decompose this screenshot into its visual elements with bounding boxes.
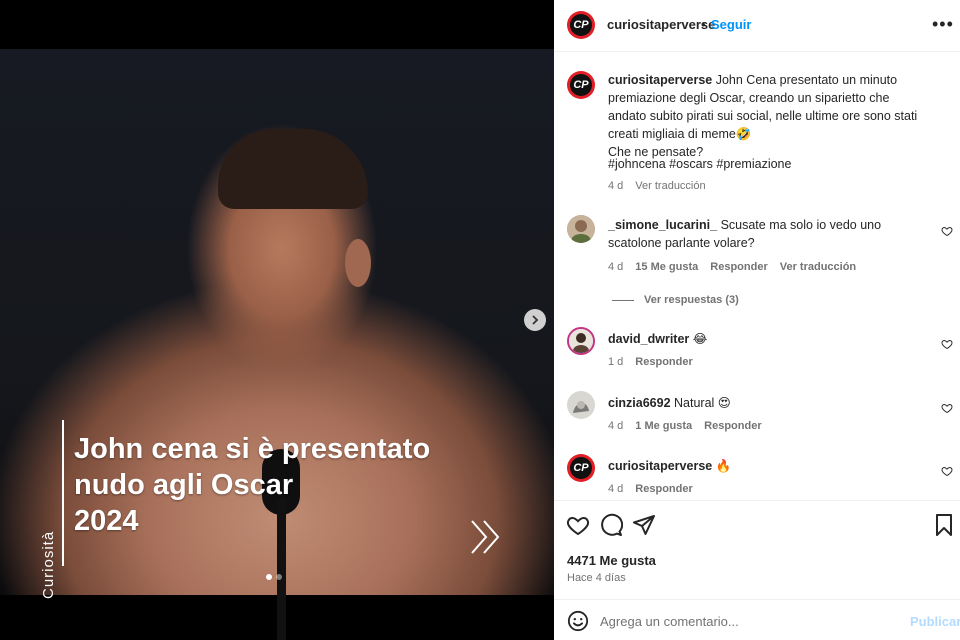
caption-time: 4 d bbox=[608, 180, 624, 192]
overlay-title: John cena si è presentato nudo agli Osca… bbox=[74, 433, 431, 537]
avatar-initials: CP bbox=[570, 457, 592, 479]
author-username[interactable]: curiositaperverse bbox=[607, 17, 715, 32]
post-actions: 4471 Me gusta Hace 4 días Publicar bbox=[554, 500, 960, 640]
overlay-side-label: Curiosità bbox=[40, 530, 57, 599]
comment-username[interactable]: david_dwriter bbox=[608, 332, 689, 346]
follow-button[interactable]: Seguir bbox=[711, 17, 751, 32]
avatar-photo bbox=[567, 391, 595, 419]
share-paper-plane-icon[interactable] bbox=[632, 513, 656, 537]
like-comment-heart-icon[interactable] bbox=[941, 338, 953, 350]
avatar-photo bbox=[569, 329, 593, 353]
avatar-initials: CP bbox=[570, 14, 592, 36]
comment-time: 4 d bbox=[608, 261, 624, 273]
comment-text: david_dwriter 😂 bbox=[608, 330, 928, 348]
comment-likes[interactable]: 1 Me gusta bbox=[635, 420, 692, 432]
comments-scroll[interactable]: CP curiositaperverse John Cena presentat… bbox=[554, 53, 960, 500]
photo-hair bbox=[218, 129, 368, 209]
post-media[interactable]: Curiosità John cena si è presentato nudo… bbox=[0, 0, 554, 640]
comment-body: 🔥 bbox=[715, 459, 732, 473]
caption-meta: 4 d Ver traducción bbox=[608, 180, 706, 192]
comment-username[interactable]: _simone_lucarini_ bbox=[608, 218, 717, 232]
caption-hashtags[interactable]: #johncena #oscars #premiazione bbox=[608, 155, 928, 173]
reply-button[interactable]: Responder bbox=[635, 356, 692, 368]
post-panel: CP curiositaperverse • Seguir ••• CP cur… bbox=[554, 0, 960, 640]
comment-time: 4 d bbox=[608, 483, 624, 495]
comment-input[interactable] bbox=[600, 610, 890, 632]
next-slide-button[interactable] bbox=[524, 309, 546, 331]
carousel-dot-active bbox=[266, 574, 272, 580]
likes-count[interactable]: 4471 Me gusta bbox=[567, 553, 656, 568]
comment-time: 1 d bbox=[608, 356, 624, 368]
comment-meta: 4 d 1 Me gusta Responder bbox=[608, 420, 762, 432]
comment-bar: Publicar bbox=[554, 599, 960, 640]
comment-likes[interactable]: 15 Me gusta bbox=[635, 261, 698, 273]
post-photo: Curiosità John cena si è presentato nudo… bbox=[0, 49, 554, 640]
view-replies-label: Ver respuestas (3) bbox=[644, 294, 739, 306]
replies-line bbox=[612, 299, 634, 301]
caption-text: curiositaperverse John Cena presentato u… bbox=[608, 71, 928, 161]
reply-button[interactable]: Responder bbox=[704, 420, 761, 432]
comment-text: cinzia6692 Natural 😍 bbox=[608, 394, 928, 412]
post-time-ago: Hace 4 días bbox=[567, 572, 626, 584]
comment-username[interactable]: curiositaperverse bbox=[608, 459, 712, 473]
commenter-avatar[interactable] bbox=[567, 391, 595, 419]
avatar-initials: CP bbox=[570, 74, 592, 96]
view-replies-button[interactable]: Ver respuestas (3) bbox=[612, 294, 739, 306]
reply-button[interactable]: Responder bbox=[635, 483, 692, 495]
reply-button[interactable]: Responder bbox=[710, 261, 767, 273]
save-bookmark-icon[interactable] bbox=[932, 513, 956, 537]
like-comment-heart-icon[interactable] bbox=[941, 465, 953, 477]
emoji-icon[interactable] bbox=[567, 610, 589, 632]
comment-time: 4 d bbox=[608, 420, 624, 432]
comment-bubble-icon[interactable] bbox=[599, 513, 623, 537]
comment-meta: 1 d Responder bbox=[608, 356, 693, 368]
caption-translate-link[interactable]: Ver traducción bbox=[635, 180, 705, 192]
comment-body: Natural 😍 bbox=[674, 396, 731, 410]
carousel-dots bbox=[266, 574, 282, 580]
more-options-icon[interactable]: ••• bbox=[932, 14, 954, 35]
avatar-photo bbox=[567, 215, 595, 243]
like-heart-icon[interactable] bbox=[566, 513, 590, 537]
commenter-avatar[interactable]: CP bbox=[567, 454, 595, 482]
comment-body: 😂 bbox=[692, 332, 708, 346]
photo-ear bbox=[345, 239, 371, 287]
overlay-divider bbox=[62, 420, 64, 566]
carousel-dot bbox=[276, 574, 282, 580]
caption-avatar[interactable]: CP bbox=[567, 71, 595, 99]
post-header: CP curiositaperverse • Seguir ••• bbox=[554, 0, 960, 52]
comment-meta: 4 d 15 Me gusta Responder Ver traducción bbox=[608, 261, 856, 273]
instagram-post-viewer: Curiosità John cena si è presentato nudo… bbox=[0, 0, 960, 640]
like-comment-heart-icon[interactable] bbox=[941, 402, 953, 414]
comment-text: _simone_lucarini_ Scusate ma solo io ved… bbox=[608, 216, 928, 252]
comment-translate-link[interactable]: Ver traducción bbox=[780, 261, 856, 273]
double-chevron-right-icon bbox=[471, 520, 500, 554]
comment-text: curiositaperverse 🔥 bbox=[608, 457, 928, 475]
comment-meta: 4 d Responder bbox=[608, 483, 693, 495]
commenter-avatar[interactable] bbox=[567, 215, 595, 243]
commenter-avatar[interactable] bbox=[567, 327, 595, 355]
like-comment-heart-icon[interactable] bbox=[941, 225, 953, 237]
chevron-right-icon bbox=[532, 315, 539, 325]
publish-button[interactable]: Publicar bbox=[910, 614, 960, 629]
comment-username[interactable]: cinzia6692 bbox=[608, 396, 671, 410]
header-separator: • bbox=[701, 17, 706, 32]
author-avatar[interactable]: CP bbox=[567, 11, 595, 39]
caption-username[interactable]: curiositaperverse bbox=[608, 73, 712, 87]
